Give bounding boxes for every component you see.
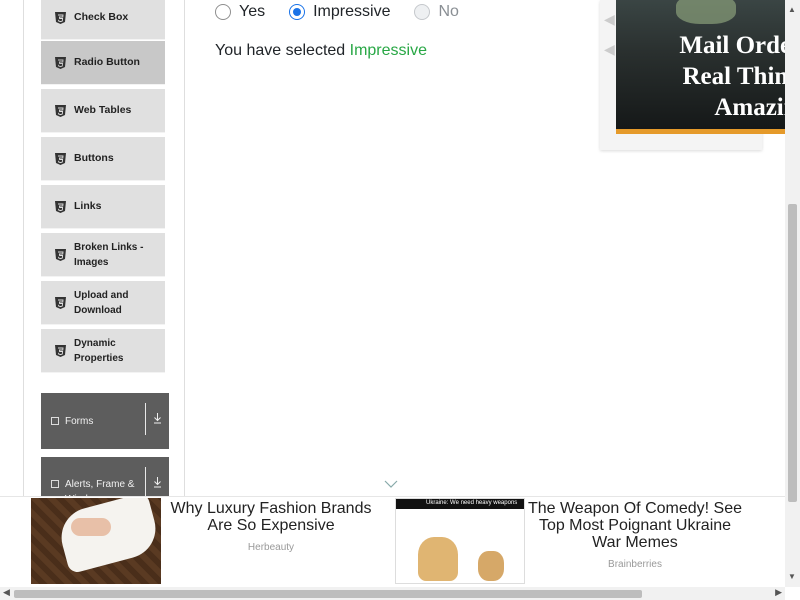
download-icon [154, 413, 161, 424]
horizontal-scrollbar[interactable]: ◀ ▶ [0, 587, 785, 600]
sidebar-item-dynamic-properties[interactable]: Dynamic Properties [41, 329, 165, 373]
radio-impressive-label[interactable]: Impressive [313, 3, 390, 21]
selection-result-value: Impressive [349, 42, 427, 59]
ad-banner-bottom: Why Luxury Fashion Brands Are So Expensi… [0, 496, 785, 588]
sidebar-group-label: Forms [65, 415, 94, 427]
html5-icon [55, 248, 66, 261]
sidebar-item-radio-button[interactable]: Radio Button [41, 41, 165, 85]
scroll-left-icon[interactable]: ◀ [3, 587, 10, 598]
sidebar-item-links[interactable]: Links [41, 185, 165, 229]
ad-card-image[interactable] [31, 498, 161, 584]
html5-icon [55, 296, 66, 309]
html5-icon [55, 104, 66, 117]
radio-yes[interactable] [215, 4, 231, 20]
radio-group: Yes Impressive No [215, 3, 483, 21]
ad-card-source: Herbeauty [247, 542, 295, 553]
sidebar-item-label: Web Tables [74, 104, 132, 116]
divider [145, 467, 146, 499]
sidebar-item-label: Buttons [74, 152, 114, 164]
window-icon [51, 480, 59, 488]
download-icon [154, 477, 161, 488]
ad-headline-line: Amazin [714, 94, 798, 121]
sidebar-item-label: Dynamic Properties [74, 337, 124, 364]
hand-shape [71, 518, 111, 536]
meme-caption-bar: Ukraine: We need heavy weapons [396, 499, 524, 509]
sidebar-item-buttons[interactable]: Buttons [41, 137, 165, 181]
document-icon [51, 417, 59, 425]
ad-headline-line: Real Thing, T [682, 63, 800, 90]
sidebar-item-upload-download[interactable]: Upload and Download [41, 281, 165, 325]
sidebar-item-label: Broken Links - Images [74, 241, 144, 268]
radio-no-label: No [438, 3, 459, 20]
page: Check Box Radio Button Web Tables Button… [0, 0, 800, 600]
ad-card-image[interactable]: Ukraine: We need heavy weapons [395, 498, 525, 584]
ad-card-source: Brainberries [608, 559, 662, 570]
meme-caption: Ukraine: We need heavy weapons [426, 500, 518, 506]
sidebar-item-broken-links[interactable]: Broken Links - Images [41, 233, 165, 277]
scrollbar-thumb[interactable] [788, 204, 797, 502]
ad-banner-top[interactable]: Mail Order W Real Thing, T Amazin [616, 0, 800, 134]
meme-figure [418, 537, 458, 581]
ad-card-title[interactable]: The Weapon Of Comedy! See Top Most Poign… [525, 500, 745, 551]
selection-result: You have selected Impressive [215, 42, 427, 60]
radio-impressive[interactable] [289, 4, 306, 20]
scroll-up-icon[interactable]: ▲ [788, 5, 796, 14]
divider [145, 403, 146, 435]
radio-no [414, 4, 431, 20]
sidebar: Check Box Radio Button Web Tables Button… [23, 0, 185, 530]
sidebar-item-label: Upload and Download [74, 289, 129, 316]
chevron-down-icon[interactable] [384, 479, 398, 489]
sidebar-item-web-tables[interactable]: Web Tables [41, 89, 165, 133]
selection-result-prefix: You have selected [215, 42, 350, 59]
html5-icon [55, 344, 66, 357]
ad-image [676, 0, 736, 24]
ad-headline: Mail Order W Real Thing, T Amazin [616, 30, 800, 123]
html5-icon [55, 11, 66, 24]
ad-card-title[interactable]: Why Luxury Fashion Brands Are So Expensi… [166, 500, 376, 534]
ad-headline-line: Mail Order W [679, 32, 800, 59]
meme-figure [478, 551, 504, 581]
html5-icon [55, 152, 66, 165]
html5-icon [55, 200, 66, 213]
blanket-shape [54, 498, 161, 575]
scroll-down-icon[interactable]: ▼ [788, 572, 796, 581]
radio-yes-label[interactable]: Yes [239, 3, 265, 21]
sidebar-item-check-box[interactable]: Check Box [41, 0, 165, 40]
sidebar-item-label: Check Box [74, 11, 129, 23]
sidebar-item-label: Radio Button [74, 56, 140, 68]
sidebar-group-forms[interactable]: Forms [41, 393, 169, 449]
html5-icon [55, 56, 66, 69]
vertical-scrollbar[interactable]: ▲ ▼ [785, 0, 800, 587]
scrollbar-thumb[interactable] [14, 590, 642, 598]
sidebar-item-label: Links [74, 200, 102, 212]
ad-carousel-arrows[interactable]: ◀ ◀ [604, 4, 615, 64]
scroll-right-icon[interactable]: ▶ [775, 587, 782, 598]
